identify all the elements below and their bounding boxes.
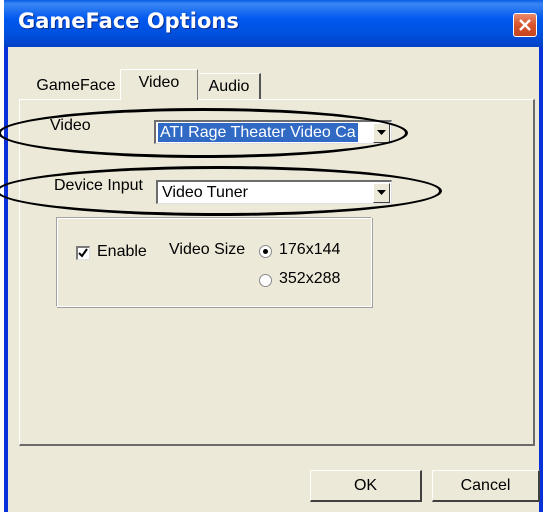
options-dialog: GameFace Options GameFace Video Audio Vi… (0, 0, 543, 512)
device-input-value: Video Tuner (162, 184, 248, 201)
radio-selected-dot (263, 249, 268, 254)
size-352-radio[interactable] (259, 274, 272, 287)
tab-gameface[interactable]: GameFace (30, 73, 122, 99)
size-176-label[interactable]: 176x144 (279, 241, 340, 259)
close-icon (519, 19, 531, 31)
checkmark-icon (78, 248, 88, 258)
title-bar[interactable]: GameFace Options (4, 0, 543, 47)
enable-checkbox[interactable] (76, 246, 90, 260)
video-size-label: Video Size (169, 241, 246, 258)
video-label: Video (50, 117, 91, 134)
window-title: GameFace Options (18, 9, 239, 33)
close-button[interactable] (513, 13, 537, 37)
device-input-dropdown-button[interactable] (373, 183, 390, 203)
video-device-value: ATI Rage Theater Video Ca (158, 123, 358, 142)
video-device-select[interactable]: ATI Rage Theater Video Ca (154, 120, 392, 144)
video-dropdown-button[interactable] (373, 123, 390, 143)
size-352-label[interactable]: 352x288 (279, 270, 340, 288)
tab-video[interactable]: Video (120, 69, 198, 100)
tab-audio[interactable]: Audio (199, 73, 261, 99)
chevron-down-icon (377, 190, 386, 195)
cancel-button[interactable]: Cancel (432, 470, 540, 502)
enable-label[interactable]: Enable (97, 243, 147, 261)
ok-button[interactable]: OK (310, 470, 422, 502)
capture-settings-group (56, 217, 372, 307)
device-input-label: Device Input (54, 177, 143, 194)
chevron-down-icon (377, 130, 386, 135)
device-input-select[interactable]: Video Tuner (156, 180, 392, 204)
size-176-radio[interactable] (259, 245, 272, 258)
